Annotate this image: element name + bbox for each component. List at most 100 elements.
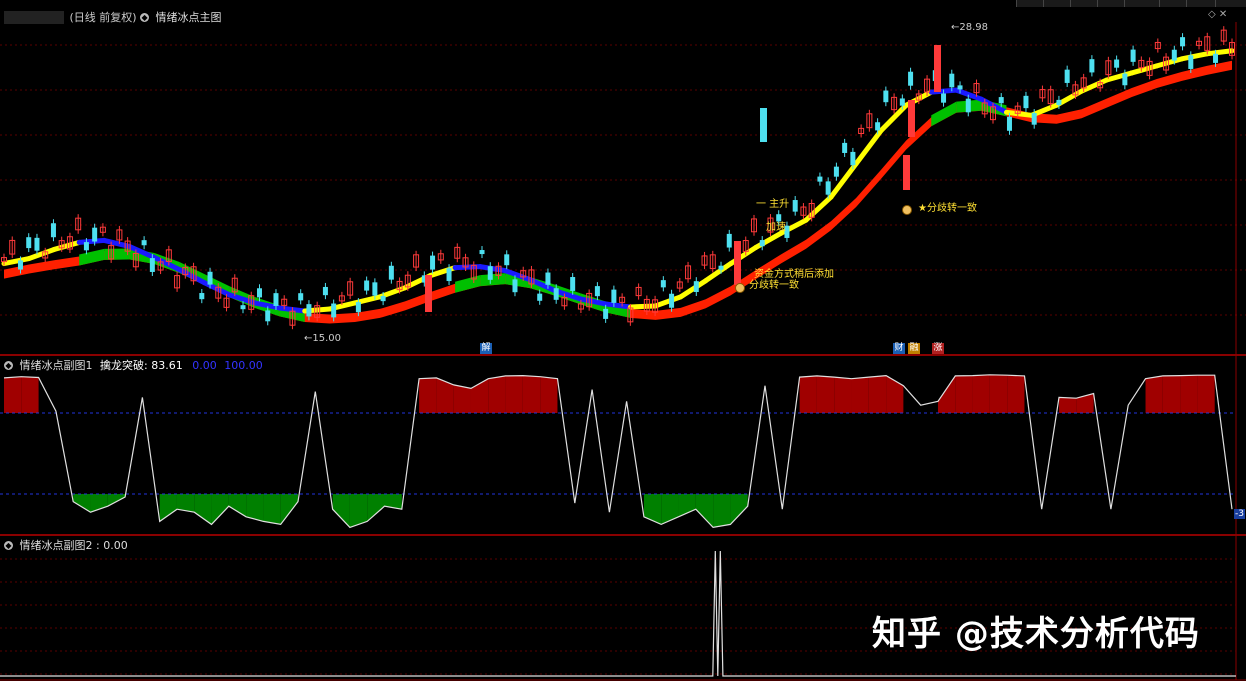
fill-high-zone [851, 377, 869, 413]
sub-panel-2-name[interactable]: 情绪冰点副图2 [20, 539, 93, 552]
fast-ma-segment [76, 237, 107, 245]
fill-high-zone [937, 375, 956, 413]
annotation-divergence-1: 分歧转一致 [749, 280, 799, 291]
stock-chart-canvas[interactable] [0, 0, 1246, 681]
panel-controls[interactable]: ◇ ✕ [1208, 9, 1227, 20]
fast-ma-segment [51, 239, 82, 252]
candle-body [141, 240, 147, 246]
settings-icon[interactable]: ◆ [4, 541, 13, 550]
candle-body [430, 255, 436, 270]
marker-candle [934, 45, 941, 92]
fill-low-zone [713, 494, 731, 528]
candle-body [899, 98, 905, 106]
fill-high-zone [1180, 375, 1198, 413]
candle-body [26, 237, 32, 249]
diamond-icon[interactable]: ◇ [1208, 9, 1216, 20]
candle-body [265, 310, 271, 322]
fill-high-zone [955, 375, 973, 413]
low-price-label: ←15.00 [304, 333, 341, 344]
settings-icon[interactable]: ◆ [4, 361, 13, 370]
candle-body [594, 286, 600, 297]
fill-high-zone [1162, 375, 1181, 413]
star-icon: ★ [918, 203, 927, 214]
fast-ma-segment [602, 301, 634, 310]
candle-body [875, 122, 881, 131]
candle-body [256, 288, 262, 298]
candle-body [504, 254, 510, 266]
candle-body [83, 242, 89, 251]
fill-high-zone [799, 375, 817, 413]
fast-ma-segment [753, 230, 784, 250]
fill-low-zone [228, 494, 247, 517]
fill-high-zone [1145, 375, 1163, 413]
badge-margin[interactable]: 融 [908, 343, 920, 354]
fill-high-zone [972, 374, 990, 413]
candle-body [570, 277, 576, 291]
candle-body [792, 200, 798, 212]
candle-body [726, 233, 732, 248]
fast-ma-segment [1154, 56, 1185, 69]
candle-body [479, 250, 485, 255]
fast-ma-segment [1179, 51, 1210, 62]
candle-body [364, 280, 370, 291]
candle-body [446, 268, 452, 282]
badge-unlock[interactable]: 解 [480, 343, 492, 354]
candle-body [833, 166, 839, 177]
fill-high-zone [419, 377, 437, 413]
fast-ma-segment [653, 294, 684, 309]
sub-panel-1-header: ◆ 情绪冰点副图1 擒龙突破: 83.61 0.00 100.00 [4, 357, 263, 373]
candle-body [1180, 37, 1186, 47]
fill-high-zone [21, 376, 39, 413]
candle-body [965, 98, 971, 113]
candle-body [957, 85, 963, 90]
candle-body [207, 271, 213, 285]
fill-high-zone [834, 377, 852, 413]
watermark: 知乎 @技术分析代码 [872, 614, 1200, 654]
candle-body [611, 289, 617, 303]
candle-body [1122, 73, 1128, 86]
candle-body [817, 176, 823, 182]
settings-icon[interactable]: ◆ [140, 13, 150, 22]
candle-body [850, 151, 856, 166]
candle-body [372, 282, 378, 296]
field-label: 擒龙突破: [100, 359, 148, 372]
fill-high-zone [1059, 397, 1077, 413]
candle-body [50, 223, 56, 238]
fast-ma-segment [1204, 48, 1235, 57]
candle-body [1023, 95, 1029, 109]
fill-high-zone [522, 375, 541, 413]
marker-candle [760, 108, 767, 142]
sub-panel-2-header: ◆ 情绪冰点副图2 : 0.00 [4, 537, 128, 553]
candle-body [1114, 59, 1120, 68]
right-axis-label: -3 [1234, 509, 1245, 519]
money-bag-icon [902, 205, 912, 215]
fill-high-zone [436, 377, 454, 413]
green-band-segment [79, 248, 105, 266]
candle-body [1188, 55, 1194, 69]
fast-ma-segment [803, 194, 834, 223]
marker-candle [734, 241, 741, 285]
fill-low-zone [159, 494, 177, 522]
fill-low-zone [263, 494, 281, 525]
fill-low-zone [661, 494, 679, 525]
main-indicator-name[interactable]: 情绪冰点主图 [156, 11, 222, 24]
badge-limit-up[interactable]: 涨 [932, 343, 944, 354]
candle-body [34, 237, 40, 251]
candle-body [1130, 49, 1136, 62]
candle-body [17, 260, 23, 270]
candle-body [842, 142, 848, 153]
candle-body [660, 280, 666, 288]
close-icon[interactable]: ✕ [1219, 9, 1227, 20]
sub-panel-1-name[interactable]: 情绪冰点副图1 [20, 359, 93, 372]
candle-body [1171, 49, 1177, 61]
badge-finance[interactable]: 财 [893, 343, 905, 354]
candle-body [908, 71, 914, 86]
blurred-stock-name [4, 11, 64, 24]
fill-low-zone [332, 494, 350, 528]
fast-ma-segment [853, 127, 884, 167]
fill-low-zone [194, 494, 212, 525]
candle-body [199, 293, 205, 300]
low-price-value: 15.00 [312, 333, 342, 344]
candle-body [941, 93, 947, 103]
candle-body [669, 293, 675, 308]
